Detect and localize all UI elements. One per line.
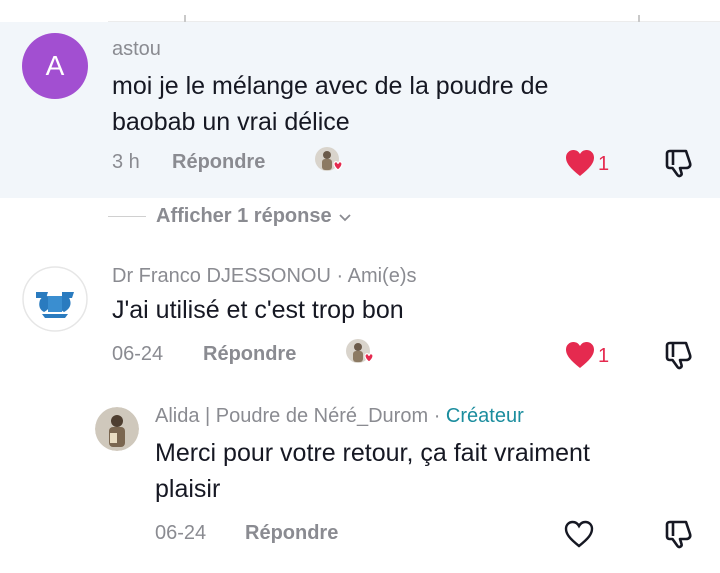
- heart-filled-icon[interactable]: [564, 148, 596, 178]
- like-count: 1: [598, 153, 610, 175]
- creator-liked-avatar-icon: [346, 339, 374, 363]
- show-replies-button[interactable]: Afficher 1 réponse: [108, 205, 352, 228]
- creator-badge: Créateur: [445, 405, 524, 427]
- comment-author[interactable]: Alida | Poudre de Néré_Durom · Créateur: [155, 405, 524, 428]
- reply-button[interactable]: Répondre: [203, 343, 296, 366]
- dislike-icon[interactable]: [664, 147, 696, 179]
- heart-outline-icon[interactable]: [563, 519, 595, 549]
- comment-time: 06-24: [112, 343, 164, 365]
- creator-liked-avatar-icon: [315, 147, 343, 171]
- reply-button[interactable]: Répondre: [245, 522, 338, 545]
- comment-author[interactable]: Dr Franco DJESSONOU · Ami(e)s: [112, 265, 417, 288]
- like-count: 1: [598, 345, 610, 367]
- avatar[interactable]: A: [22, 33, 88, 99]
- avatar[interactable]: [95, 407, 139, 451]
- comment-author[interactable]: astou: [112, 38, 161, 61]
- heart-filled-icon[interactable]: [564, 340, 596, 370]
- chevron-down-icon: [338, 213, 351, 221]
- comment-text: J'ai utilisé et c'est trop bon: [112, 296, 404, 324]
- comment-item: A astou moi je le mélange avec de la pou…: [0, 22, 720, 198]
- comment-item: Dr Franco DJESSONOU · Ami(e)s J'ai utili…: [0, 250, 720, 390]
- reply-item: Alida | Poudre de Néré_Durom · Créateur …: [0, 395, 720, 573]
- creator-separator: ·: [433, 405, 441, 427]
- comment-time: 06-24: [155, 522, 207, 544]
- show-replies-label: Afficher 1 réponse: [156, 205, 332, 227]
- comment-text: Merci pour votre retour, ça fait vraimen…: [155, 439, 590, 503]
- reply-button[interactable]: Répondre: [172, 151, 265, 174]
- comment-time: 3 h: [112, 151, 140, 173]
- comment-text: moi je le mélange avec de la poudre de b…: [112, 72, 549, 136]
- avatar[interactable]: [22, 266, 88, 332]
- dislike-icon[interactable]: [664, 518, 696, 550]
- replies-divider: [108, 216, 146, 217]
- friend-tag: · Ami(e)s: [336, 265, 417, 287]
- dislike-icon[interactable]: [664, 339, 696, 371]
